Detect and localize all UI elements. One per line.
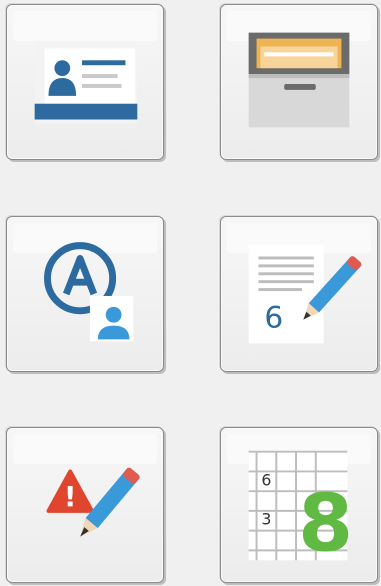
- warning-exclamation: !: [64, 480, 77, 513]
- account-a-user-icon: [44, 242, 134, 342]
- number-six: 6: [264, 301, 283, 335]
- edit-warning-button[interactable]: !: [6, 427, 164, 583]
- user-account-button[interactable]: [6, 216, 164, 372]
- icon-tile-grid: 6 ! 6 3 8: [0, 0, 381, 586]
- file-drawer-button[interactable]: [220, 4, 378, 160]
- grid-number-three: 3: [261, 510, 271, 529]
- number-grid-button[interactable]: 6 3 8: [220, 427, 378, 583]
- contact-card-button[interactable]: [6, 4, 164, 160]
- edit-number-document-button[interactable]: 6: [220, 216, 378, 372]
- warning-pencil-icon: !: [46, 467, 140, 537]
- document-pencil-number-icon: 6: [248, 244, 362, 344]
- large-number-eight: 8: [298, 477, 353, 569]
- grid-number-six: 6: [261, 470, 271, 489]
- contact-card-icon: [34, 42, 138, 124]
- number-grid-icon: 6 3 8: [248, 450, 353, 569]
- file-cabinet-drawer-icon: [248, 32, 350, 128]
